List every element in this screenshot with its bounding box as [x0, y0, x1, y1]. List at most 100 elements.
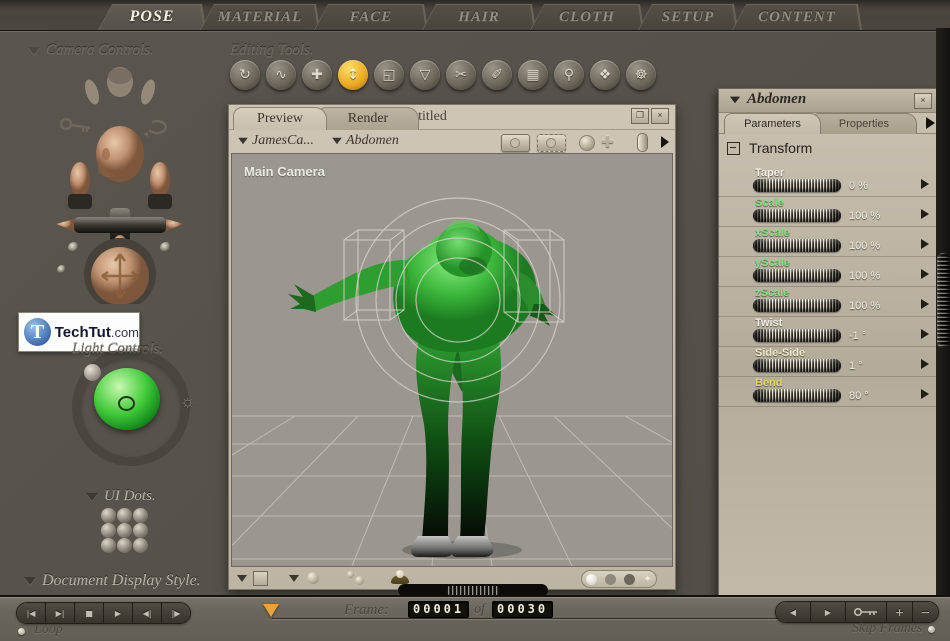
- camera-view-icon[interactable]: [501, 134, 530, 152]
- hand-tool-icon[interactable]: [637, 133, 648, 152]
- display-mode-star-toggle[interactable]: ✦: [643, 574, 651, 585]
- bend-dial[interactable]: [753, 389, 841, 402]
- remove-keyframe-button[interactable]: −: [913, 602, 938, 622]
- step-forward-button[interactable]: |▶: [162, 603, 190, 623]
- parameters-panel-header[interactable]: Abdomen ×: [719, 89, 937, 113]
- document-window-titlebar[interactable]: Render Preview Untitled ❐ ×: [229, 105, 675, 129]
- light-sun-icon[interactable]: ☼: [180, 392, 196, 412]
- tracking-mode-dropdown-icon[interactable]: [289, 575, 299, 582]
- param-menu-arrow[interactable]: [921, 389, 929, 399]
- display-style-swatch[interactable]: [253, 571, 268, 586]
- step-back-button[interactable]: ◀|: [133, 603, 162, 623]
- next-frame-button[interactable]: ▶: [811, 602, 846, 622]
- tab-parameters[interactable]: Parameters: [724, 113, 821, 134]
- loop-toggle[interactable]: [18, 628, 25, 635]
- tab-pose[interactable]: POSE: [98, 4, 206, 30]
- tab-setup[interactable]: SETUP: [638, 4, 738, 30]
- tab-properties[interactable]: Properties: [811, 113, 917, 134]
- ui-dot[interactable]: [117, 538, 132, 553]
- param-menu-arrow[interactable]: [921, 179, 929, 189]
- window-expand-button[interactable]: ❐: [631, 108, 649, 124]
- scale-tool-icon[interactable]: ◱: [374, 60, 404, 90]
- translate-pull-tool-icon[interactable]: ✚: [302, 60, 332, 90]
- panel-flyout-arrow[interactable]: [926, 117, 935, 129]
- total-frames-counter[interactable]: 00030: [492, 601, 553, 618]
- display-style-dropdown-icon[interactable]: [237, 575, 247, 582]
- ui-dot[interactable]: [117, 508, 132, 523]
- light-indicator-icon[interactable]: [579, 135, 595, 151]
- play-button[interactable]: ▶: [104, 603, 133, 623]
- document-display-style-collapse-icon[interactable]: [24, 577, 36, 585]
- translate-in-out-tool-icon[interactable]: ↕: [338, 60, 368, 90]
- camera-controls-collapse-icon[interactable]: [28, 47, 40, 55]
- add-keyframe-button[interactable]: +: [887, 602, 913, 622]
- view-magnifier-tool-icon[interactable]: ⚲: [554, 60, 584, 90]
- side-side-dial[interactable]: [753, 359, 841, 372]
- camera-select-dropdown[interactable]: JamesCa...: [237, 133, 314, 149]
- twist-tool-icon[interactable]: ∿: [266, 60, 296, 90]
- prev-frame-button[interactable]: ◀: [776, 602, 811, 622]
- taper-tool-icon[interactable]: ▽: [410, 60, 440, 90]
- ui-dot[interactable]: [101, 508, 116, 523]
- stop-button[interactable]: ■: [75, 603, 104, 623]
- ui-dot[interactable]: [101, 523, 116, 538]
- tab-render[interactable]: Render: [317, 107, 419, 130]
- tab-face[interactable]: FACE: [314, 4, 428, 30]
- actor-select-dropdown[interactable]: Abdomen: [331, 133, 399, 149]
- display-mode-dark-toggle[interactable]: [624, 574, 635, 585]
- tracking-ball-icon[interactable]: [307, 572, 319, 584]
- camera-select-icon[interactable]: [537, 134, 566, 152]
- timeline-marker[interactable]: [263, 604, 279, 617]
- current-frame-counter[interactable]: 00001: [408, 601, 469, 618]
- twist-dial[interactable]: [753, 329, 841, 342]
- direct-manipulation-tool-icon[interactable]: ☸: [626, 60, 656, 90]
- xscale-dial[interactable]: [753, 239, 841, 252]
- param-menu-arrow[interactable]: [921, 269, 929, 279]
- keyframe-button[interactable]: [846, 602, 887, 622]
- ui-dot[interactable]: [117, 523, 132, 538]
- param-menu-arrow[interactable]: [921, 329, 929, 339]
- camera-controls-graphic[interactable]: [40, 62, 200, 304]
- skip-frames-toggle[interactable]: [928, 626, 935, 633]
- param-menu-arrow[interactable]: [921, 299, 929, 309]
- panel-close-button[interactable]: ×: [914, 93, 932, 109]
- taper-dial[interactable]: [753, 179, 841, 192]
- viewport-3d[interactable]: Main Camera: [231, 153, 673, 567]
- rotate-tool-icon[interactable]: ↻: [230, 60, 260, 90]
- move-cross-icon[interactable]: ✚: [601, 133, 614, 151]
- display-mode-light-toggle[interactable]: [586, 574, 597, 585]
- color-tool-icon[interactable]: ✐: [482, 60, 512, 90]
- light-control-sphere[interactable]: [94, 368, 160, 430]
- zscale-dial[interactable]: [753, 299, 841, 312]
- collapse-section-icon[interactable]: [727, 142, 740, 155]
- tab-hair[interactable]: HAIR: [422, 4, 536, 30]
- last-frame-button[interactable]: ▶|: [46, 603, 75, 623]
- toolbar-flyout-arrow[interactable]: [661, 136, 669, 148]
- tab-cloth[interactable]: CLOTH: [530, 4, 644, 30]
- first-frame-button[interactable]: |◀: [17, 603, 46, 623]
- window-close-button[interactable]: ×: [651, 108, 669, 124]
- ui-dot[interactable]: [133, 523, 148, 538]
- display-mode-mid-toggle[interactable]: [605, 574, 616, 585]
- ui-dot[interactable]: [133, 538, 148, 553]
- panel-scroll-dial[interactable]: [937, 253, 949, 348]
- tab-material[interactable]: MATERIAL: [200, 4, 320, 30]
- tab-content[interactable]: CONTENT: [732, 4, 862, 30]
- param-menu-arrow[interactable]: [921, 209, 929, 219]
- scale-dial[interactable]: [753, 209, 841, 222]
- grouping-tool-icon[interactable]: ▦: [518, 60, 548, 90]
- ui-dots-collapse-icon[interactable]: [86, 493, 98, 501]
- shadow-lamp-icon[interactable]: [391, 575, 409, 584]
- timeline-track[interactable]: [272, 618, 828, 619]
- param-menu-arrow[interactable]: [921, 359, 929, 369]
- morphing-tool-icon[interactable]: ❖: [590, 60, 620, 90]
- ui-dot[interactable]: [133, 508, 148, 523]
- chain-break-tool-icon[interactable]: ✂: [446, 60, 476, 90]
- tab-preview[interactable]: Preview: [233, 107, 327, 130]
- light-handle-ball[interactable]: [84, 364, 101, 381]
- param-menu-arrow[interactable]: [921, 239, 929, 249]
- ui-dot[interactable]: [101, 538, 116, 553]
- depth-cue-dot-icon[interactable]: [347, 571, 354, 578]
- actor-menu[interactable]: Abdomen: [729, 91, 806, 108]
- depth-cue-dot-icon[interactable]: [355, 576, 364, 585]
